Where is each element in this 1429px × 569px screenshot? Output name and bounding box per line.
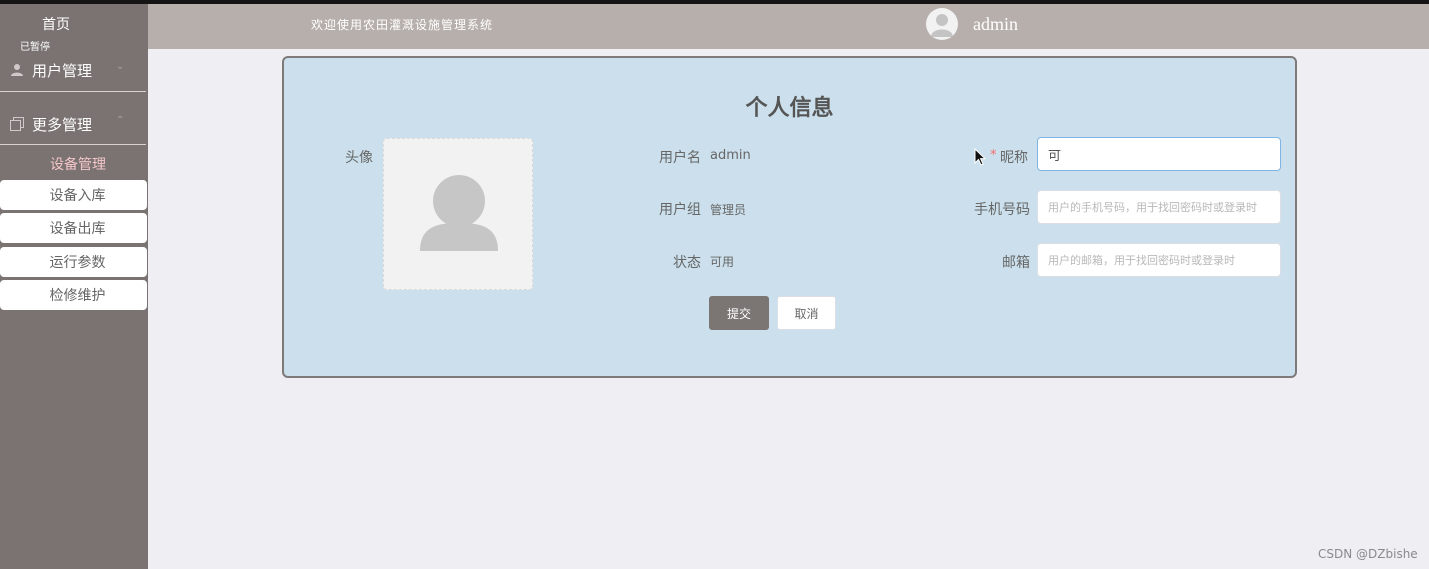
user-icon — [10, 62, 24, 76]
top-header: 欢迎使用农田灌溉设施管理系统 admin — [148, 4, 1429, 49]
profile-card: 个人信息 头像 用户名 admin 用户组 管理员 状态 可用 * 昵称 手机号… — [282, 56, 1297, 378]
phone-input[interactable] — [1037, 190, 1281, 224]
sidebar-divider — [0, 91, 146, 92]
status-label: 状态 — [673, 255, 701, 271]
user-group-label: 用户组 — [659, 202, 701, 218]
required-mark: * — [990, 148, 997, 163]
sidebar-item-device-outbound[interactable]: 设备出库 — [0, 213, 147, 243]
user-avatar-icon[interactable] — [926, 8, 958, 40]
email-label: 邮箱 — [1002, 255, 1030, 271]
user-group-value: 管理员 — [710, 203, 747, 217]
welcome-text: 欢迎使用农田灌溉设施管理系统 — [311, 18, 494, 32]
avatar-label: 头像 — [345, 150, 373, 166]
copy-icon — [10, 116, 24, 131]
sidebar-group-label: 用户管理 — [32, 62, 93, 80]
cancel-button[interactable]: 取消 — [777, 296, 836, 330]
sidebar-group-label: 更多管理 — [32, 116, 93, 134]
nickname-label: 昵称 — [1000, 150, 1028, 166]
chevron-up-icon: ⌃ — [116, 115, 125, 126]
avatar-placeholder-icon — [420, 175, 498, 251]
avatar-upload[interactable] — [383, 138, 533, 290]
status-value: 可用 — [710, 255, 735, 269]
mouse-cursor-icon — [974, 147, 987, 166]
phone-label: 手机号码 — [974, 202, 1030, 218]
username-value: admin — [710, 148, 751, 163]
username-label: 用户名 — [659, 150, 701, 166]
sidebar-item-maintenance[interactable]: 检修维护 — [0, 280, 147, 310]
sidebar: 首页 已暂停 用户管理 ⌄ 更多管理 ⌃ 设备管理 设备入库 设备出库 运行参数… — [0, 4, 148, 569]
sidebar-group-more-management[interactable]: 更多管理 ⌃ — [0, 102, 148, 146]
header-username[interactable]: admin — [973, 14, 1018, 35]
sidebar-item-device-inbound[interactable]: 设备入库 — [0, 180, 147, 210]
sidebar-home-link[interactable]: 首页 — [0, 14, 112, 34]
sidebar-item-operating-params[interactable]: 运行参数 — [0, 247, 147, 277]
sidebar-submenu-device-management[interactable]: 设备管理 — [0, 154, 156, 174]
sidebar-group-user-management[interactable]: 用户管理 ⌄ — [0, 48, 148, 92]
page-title: 个人信息 — [745, 96, 834, 121]
sidebar-divider — [0, 144, 146, 145]
nickname-input[interactable] — [1037, 137, 1281, 171]
submit-button[interactable]: 提交 — [709, 296, 769, 330]
email-input[interactable] — [1037, 243, 1281, 277]
chevron-down-icon: ⌄ — [116, 61, 125, 72]
watermark-text: CSDN @DZbishe — [1318, 547, 1418, 561]
